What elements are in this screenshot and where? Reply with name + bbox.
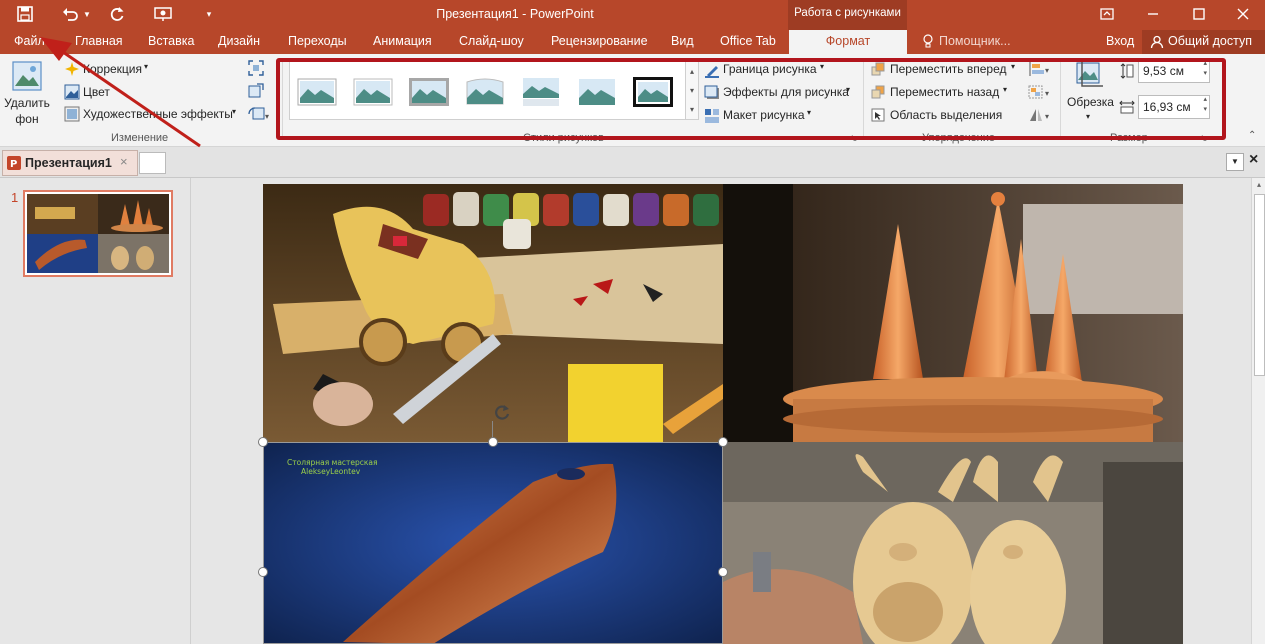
svg-text:P: P (10, 159, 17, 170)
corrections-button[interactable]: Коррекция (83, 62, 142, 76)
photo-wooden-pigs[interactable] (723, 442, 1183, 644)
svg-text:▾: ▾ (265, 112, 269, 121)
highlight-frame (276, 58, 1226, 140)
remove-background-icon (12, 61, 42, 94)
sign-in-link[interactable]: Вход (1106, 34, 1134, 48)
resize-handle[interactable] (488, 437, 498, 447)
close-icon[interactable] (1220, 0, 1265, 28)
change-picture-icon[interactable] (248, 83, 264, 99)
color-button[interactable]: Цвет (83, 85, 110, 99)
ribbon-options-icon[interactable] (1084, 0, 1130, 28)
color-icon (64, 84, 82, 100)
lightbulb-icon (922, 34, 934, 51)
remove-bg-label-1: Удалить (4, 96, 50, 110)
slides-pane: 1 (0, 178, 191, 644)
resize-handle[interactable] (718, 437, 728, 447)
resize-handle[interactable] (718, 567, 728, 577)
document-tabs: P Презентация1 × ▼ × (0, 147, 1265, 178)
tell-me-input[interactable]: Помощник... (939, 34, 1011, 48)
redo-icon[interactable] (104, 3, 130, 25)
artistic-dropdown-icon[interactable]: ▾ (232, 107, 236, 116)
doc-tab-close-icon[interactable]: × (120, 154, 128, 169)
title-bar: ▼ ▾ Презентация1 - PowerPoint Работа с р… (0, 0, 1265, 30)
tab-format-label: Формат (825, 34, 871, 48)
vertical-scrollbar[interactable]: ▴ (1251, 178, 1265, 644)
powerpoint-icon: P (7, 156, 21, 173)
scroll-up-icon[interactable]: ▴ (1252, 178, 1265, 192)
doc-tab-active[interactable]: P Презентация1 × (2, 150, 138, 176)
photo-wooden-trees[interactable] (723, 184, 1183, 442)
reset-picture-icon[interactable]: ▾ (248, 106, 270, 122)
undo-dropdown-icon[interactable]: ▼ (80, 3, 94, 25)
window-title: Презентация1 - PowerPoint (436, 7, 594, 21)
tab-home[interactable]: Главная (75, 34, 123, 48)
close-document-icon[interactable]: × (1249, 151, 1265, 168)
slide-thumbnail-image (27, 194, 169, 273)
picture-tools-header: Работа с рисунками (788, 0, 907, 30)
picture-tools-label: Работа с рисунками (794, 7, 901, 19)
tab-file[interactable]: Файл (14, 34, 45, 48)
group-adjust-label: Изменение (111, 132, 169, 144)
ribbon-tabs: Файл Главная Вставка Дизайн Переходы Ани… (0, 30, 1265, 54)
resize-handle[interactable] (258, 567, 268, 577)
person-icon (1150, 35, 1164, 52)
share-button[interactable]: Общий доступ (1142, 30, 1265, 54)
customize-icon[interactable]: ▾ (196, 3, 222, 25)
slide-editor: Столярная мастерская AlekseyLeontev (191, 178, 1251, 644)
tab-design[interactable]: Дизайн (218, 34, 260, 48)
minimize-icon[interactable] (1130, 0, 1176, 28)
scroll-thumb[interactable] (1254, 194, 1265, 376)
remove-bg-label-2: фон (15, 112, 39, 126)
tab-transitions[interactable]: Переходы (288, 34, 347, 48)
new-tab-button[interactable] (139, 152, 166, 174)
corrections-dropdown-icon[interactable]: ▾ (144, 62, 148, 71)
remove-background-button[interactable]: Удалить фон (2, 57, 52, 129)
tab-review[interactable]: Рецензирование (551, 34, 648, 48)
corrections-icon (64, 61, 82, 77)
tab-view[interactable]: Вид (671, 34, 694, 48)
rotate-handle-icon[interactable] (492, 403, 512, 426)
tab-insert[interactable]: Вставка (148, 34, 194, 48)
tab-list-dropdown-icon[interactable]: ▼ (1226, 153, 1244, 171)
compress-pictures-icon[interactable] (248, 60, 264, 76)
rotate-stem (492, 421, 493, 438)
maximize-icon[interactable] (1176, 0, 1222, 28)
doc-tab-label: Презентация1 (25, 156, 112, 170)
slideshow-icon[interactable] (150, 3, 176, 25)
save-icon[interactable] (12, 3, 38, 25)
selection-outline (263, 442, 723, 644)
tab-slideshow[interactable]: Слайд-шоу (459, 34, 524, 48)
slide-thumbnail[interactable] (23, 190, 173, 277)
slide-number: 1 (11, 190, 19, 205)
tab-animations[interactable]: Анимация (373, 34, 432, 48)
collapse-ribbon-icon[interactable]: ⌃ (1248, 130, 1256, 141)
artistic-effects-button[interactable]: Художественные эффекты (83, 107, 233, 121)
share-label: Общий доступ (1168, 34, 1252, 48)
ribbon: Удалить фон Коррекция ▾ Цвет Художествен… (0, 54, 1265, 147)
tab-format[interactable]: Формат (789, 30, 907, 54)
resize-handle[interactable] (258, 437, 268, 447)
tab-office-tab[interactable]: Office Tab (720, 34, 776, 48)
artistic-effects-icon (64, 106, 82, 122)
